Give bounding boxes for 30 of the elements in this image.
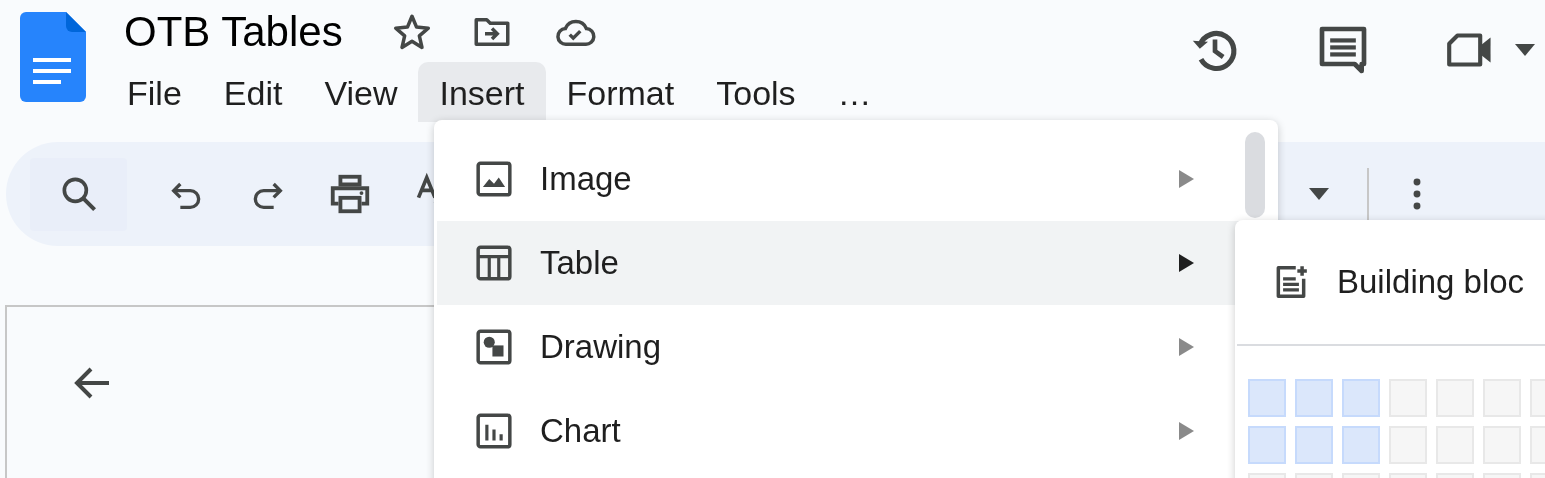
table-size-cell[interactable] [1295, 426, 1333, 464]
document-title[interactable]: OTB Tables [124, 8, 343, 56]
menu-item[interactable]: Image [437, 137, 1275, 221]
menu-bar-item[interactable]: Tools [695, 62, 817, 122]
menu-bar-item[interactable]: Edit [202, 62, 304, 122]
table-size-cell[interactable] [1342, 426, 1380, 464]
table-size-cell[interactable] [1248, 379, 1286, 417]
menu-bar-item[interactable]: File [106, 62, 203, 122]
menu-bar-item[interactable]: Format [545, 62, 696, 122]
submenu-arrow-icon [1178, 254, 1195, 272]
scrollbar-thumb[interactable] [1245, 132, 1265, 218]
menu-item[interactable]: Chart [437, 389, 1275, 473]
search-button[interactable] [30, 157, 127, 231]
document-icon[interactable] [20, 12, 86, 102]
table-size-cell[interactable] [1248, 426, 1286, 464]
table-size-cell[interactable] [1295, 379, 1333, 417]
table-size-cell[interactable] [1342, 379, 1380, 417]
menu-bar-item[interactable]: View [303, 62, 419, 122]
submenu-arrow-icon [1178, 422, 1195, 440]
submenu-arrow-icon [1178, 170, 1195, 188]
bar-chart-icon [475, 412, 513, 450]
caret-icon[interactable] [1515, 44, 1535, 56]
submenu-arrow-icon [1178, 338, 1195, 356]
menu-bar-item[interactable]: Insert [418, 62, 546, 122]
more-icon[interactable] [1413, 177, 1421, 211]
table-icon [475, 244, 513, 282]
caret-icon[interactable] [1309, 188, 1329, 200]
shapes-icon [475, 328, 513, 366]
image-icon [475, 160, 513, 198]
menu-bar-item[interactable]: … [816, 62, 893, 122]
